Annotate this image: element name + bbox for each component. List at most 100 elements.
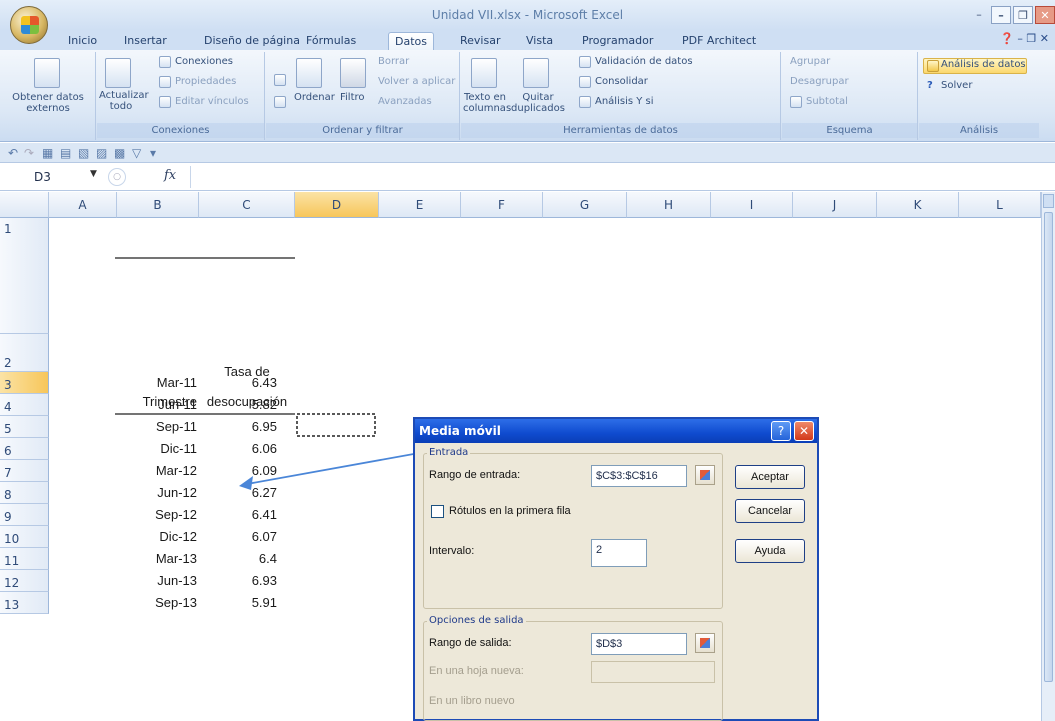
group-outline: Agrupar Desagrupar Subtotal Esquema (782, 52, 918, 140)
text-to-columns-icon (471, 58, 497, 88)
refresh-all-button[interactable]: Actualizar todo (99, 90, 149, 112)
office-button[interactable] (10, 6, 48, 44)
what-if-button[interactable]: Análisis Y si (595, 96, 654, 107)
tab-diseno[interactable]: Diseño de página (198, 32, 306, 50)
column-header-h[interactable]: H (627, 192, 711, 218)
select-all-corner[interactable] (0, 192, 49, 218)
cancel-button[interactable]: Cancelar (735, 499, 805, 523)
row-header-12[interactable]: 12 (0, 570, 49, 592)
column-header-i[interactable]: I (711, 192, 793, 218)
close-button[interactable]: ✕ (1035, 6, 1055, 24)
tab-insertar[interactable]: Insertar (118, 32, 173, 50)
ok-button[interactable]: Aceptar (735, 465, 805, 489)
row-header-8[interactable]: 8 (0, 482, 49, 504)
print-icon[interactable]: ▤ (60, 146, 71, 160)
column-header-c[interactable]: C (199, 192, 295, 218)
ribbon-tabs: Inicio Insertar Diseño de página Fórmula… (0, 30, 1055, 50)
row-header-3[interactable]: 3 (0, 372, 49, 394)
dialog-close-button[interactable]: ✕ (794, 421, 814, 441)
filter-button[interactable]: Filtro (340, 92, 365, 103)
redo-icon[interactable]: ↷ (24, 146, 34, 160)
name-box[interactable]: D3 (4, 167, 104, 187)
row-header-1[interactable]: 1 (0, 218, 49, 334)
consolidate-button[interactable]: Consolidar (595, 76, 648, 87)
minimize-button[interactable]: – (991, 6, 1011, 24)
row-header-10[interactable]: 10 (0, 526, 49, 548)
help-button[interactable]: Ayuda (735, 539, 805, 563)
subtotal-button[interactable]: Subtotal (806, 96, 848, 107)
column-header-a[interactable]: A (49, 192, 117, 218)
tab-formulas[interactable]: Fórmulas (300, 32, 362, 50)
dialog-help-icon[interactable]: ? (771, 421, 791, 441)
ungroup-button[interactable]: Desagrupar (790, 76, 849, 87)
interval-field[interactable]: 2 (591, 539, 647, 567)
row-header-6[interactable]: 6 (0, 438, 49, 460)
cell-unemployment-rate: 6.93 (251, 573, 277, 588)
customize-icon[interactable]: ▾ (150, 146, 156, 160)
input-range-field[interactable]: $C$3:$C$16 (591, 465, 687, 487)
spelling-icon[interactable]: ▨ (96, 146, 107, 160)
preview-icon[interactable]: ▧ (78, 146, 89, 160)
formula-bar: D3 ▼ ○ fx (0, 163, 1055, 191)
labels-first-row-checkbox[interactable] (431, 505, 444, 518)
output-range-field[interactable]: $D$3 (591, 633, 687, 655)
advanced-button[interactable]: Avanzadas (378, 96, 432, 107)
sort-za-icon[interactable] (274, 96, 286, 108)
restore-button[interactable]: ❐ (1013, 6, 1033, 24)
row-header-4[interactable]: 4 (0, 394, 49, 416)
solver-button[interactable]: Solver (941, 80, 972, 91)
connections-button[interactable]: Conexiones (175, 56, 233, 67)
tab-datos[interactable]: Datos (388, 32, 434, 50)
save-icon[interactable]: ▦ (42, 146, 53, 160)
clear-button[interactable]: Borrar (378, 56, 409, 67)
column-header-j[interactable]: J (793, 192, 877, 218)
column-header-e[interactable]: E (379, 192, 461, 218)
tab-revisar[interactable]: Revisar (454, 32, 506, 50)
row-header-11[interactable]: 11 (0, 548, 49, 570)
minimize-icon[interactable]: – (969, 6, 989, 24)
sort-az-icon[interactable] (274, 74, 286, 86)
solver-icon: ? (927, 80, 933, 91)
row-header-2[interactable]: 2 (0, 334, 49, 372)
labels-first-row-label: Rótulos en la primera fila (449, 505, 571, 517)
reapply-button[interactable]: Volver a aplicar (378, 76, 455, 87)
column-header-k[interactable]: K (877, 192, 959, 218)
chart-icon[interactable]: ▩ (114, 146, 125, 160)
chevron-down-icon[interactable]: ▼ (90, 169, 97, 179)
vertical-scrollbar[interactable] (1041, 192, 1055, 721)
external-data-button[interactable]: Obtener datos externos (2, 92, 94, 114)
scroll-thumb[interactable] (1044, 212, 1053, 682)
sort-button[interactable]: Ordenar (294, 92, 335, 103)
cancel-formula-icon[interactable]: ○ (108, 168, 126, 186)
fx-icon[interactable]: fx (164, 168, 176, 183)
filter-small-icon[interactable]: ▽ (132, 146, 141, 160)
column-header-l[interactable]: L (959, 192, 1041, 218)
properties-button[interactable]: Propiedades (175, 76, 236, 87)
scroll-up-icon[interactable] (1043, 194, 1054, 208)
output-range-collapse-icon[interactable] (695, 633, 715, 653)
tab-programador[interactable]: Programador (576, 32, 659, 50)
window-controls: – – ❐ ✕ (969, 6, 1055, 24)
row-header-5[interactable]: 5 (0, 416, 49, 438)
tab-pdf-architect[interactable]: PDF Architect (676, 32, 762, 50)
row-header-13[interactable]: 13 (0, 592, 49, 614)
column-header-f[interactable]: F (461, 192, 543, 218)
tab-vista[interactable]: Vista (520, 32, 559, 50)
edit-links-button[interactable]: Editar vínculos (175, 96, 249, 107)
group-button[interactable]: Agrupar (790, 56, 830, 67)
output-range-label: Rango de salida: (429, 637, 512, 649)
formula-input[interactable] (190, 166, 1050, 188)
column-header-d[interactable]: D (295, 192, 379, 218)
column-header-g[interactable]: G (543, 192, 627, 218)
tab-inicio[interactable]: Inicio (62, 32, 103, 50)
help-icon[interactable]: ❓ – ❐ ✕ (1000, 32, 1049, 45)
column-header-b[interactable]: B (117, 192, 199, 218)
input-range-collapse-icon[interactable] (695, 465, 715, 485)
remove-duplicates-button[interactable]: Quitar duplicados (511, 92, 565, 114)
row-header-7[interactable]: 7 (0, 460, 49, 482)
row-header-9[interactable]: 9 (0, 504, 49, 526)
undo-icon[interactable]: ↶ (8, 146, 18, 160)
data-validation-button[interactable]: Validación de datos (595, 56, 693, 67)
text-to-columns-button[interactable]: Texto en columnas (463, 92, 511, 114)
data-analysis-button[interactable]: Análisis de datos (941, 59, 1026, 70)
